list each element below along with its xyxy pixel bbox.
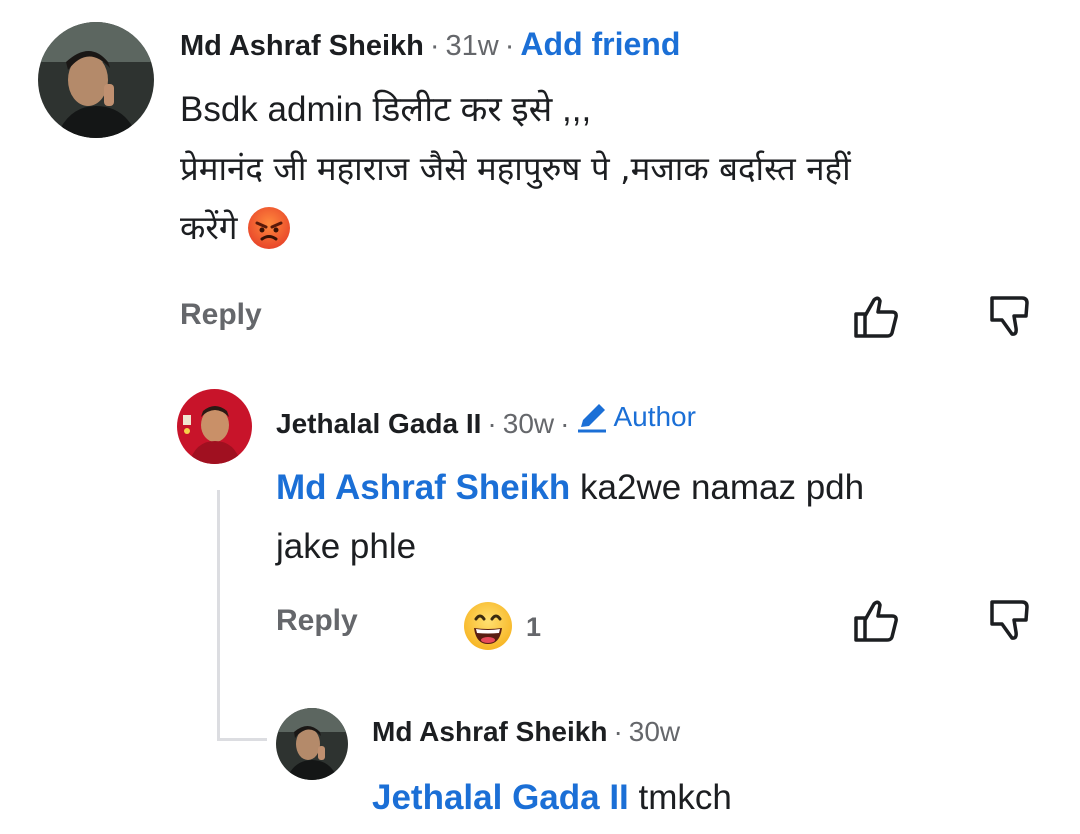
author-badge-label: Author <box>613 401 696 432</box>
comment-line: प्रेमानंद जी महाराज जैसे महापुरुष पे ,मज… <box>180 149 851 188</box>
add-friend-link[interactable]: Add friend <box>520 26 680 63</box>
mention-link[interactable]: Jethalal Gada II <box>372 778 629 817</box>
comment-line: tmkch <box>638 778 732 817</box>
pencil-icon <box>578 404 607 433</box>
comment-meta: Md Ashraf Sheikh · 31w · Add friend <box>180 26 680 63</box>
separator-dot: · <box>504 30 515 62</box>
like-icon[interactable] <box>852 598 900 644</box>
grinning-face-emoji[interactable] <box>463 601 513 651</box>
author-name[interactable]: Jethalal Gada II <box>276 408 481 440</box>
thread-line <box>217 490 220 740</box>
separator-dot: · <box>487 408 497 439</box>
reply-button[interactable]: Reply <box>180 298 262 332</box>
avatar[interactable] <box>276 708 348 780</box>
separator-dot: · <box>613 716 623 747</box>
timestamp: 30w <box>502 408 555 439</box>
reaction-count: 1 <box>526 612 542 642</box>
thread-line <box>217 738 267 741</box>
separator-dot: · <box>429 30 440 62</box>
comment-meta: Md Ashraf Sheikh · 30w <box>372 716 680 748</box>
comment-line: jake phle <box>276 527 417 566</box>
separator-dot: · <box>560 408 570 439</box>
avatar[interactable] <box>38 22 154 138</box>
comment-text: Jethalal Gada II tmkch <box>372 768 732 827</box>
comment-line: करेंगे <box>180 208 238 247</box>
angry-face-emoji <box>248 206 291 249</box>
comment-meta: Jethalal Gada II · 30w · Author <box>276 401 696 440</box>
avatar[interactable] <box>177 389 252 464</box>
comment-line: ka2we namaz pdh <box>580 468 865 507</box>
author-badge: Author <box>575 401 696 433</box>
author-name[interactable]: Md Ashraf Sheikh <box>372 716 607 748</box>
dislike-icon[interactable] <box>988 598 1030 642</box>
timestamp: 30w <box>628 716 681 747</box>
comment-text: Md Ashraf Sheikh ka2we namaz pdh jake ph… <box>276 458 864 576</box>
like-icon[interactable] <box>852 294 900 340</box>
reply-button[interactable]: Reply <box>276 604 358 638</box>
mention-link[interactable]: Md Ashraf Sheikh <box>276 468 570 507</box>
timestamp: 31w <box>445 30 499 62</box>
author-name[interactable]: Md Ashraf Sheikh <box>180 30 424 63</box>
dislike-icon[interactable] <box>988 294 1030 338</box>
comment-text: Bsdk admin डिलीट कर इसे ,,, प्रेमानंद जी… <box>180 80 851 257</box>
comment-line: Bsdk admin डिलीट कर इसे ,,, <box>180 90 592 129</box>
